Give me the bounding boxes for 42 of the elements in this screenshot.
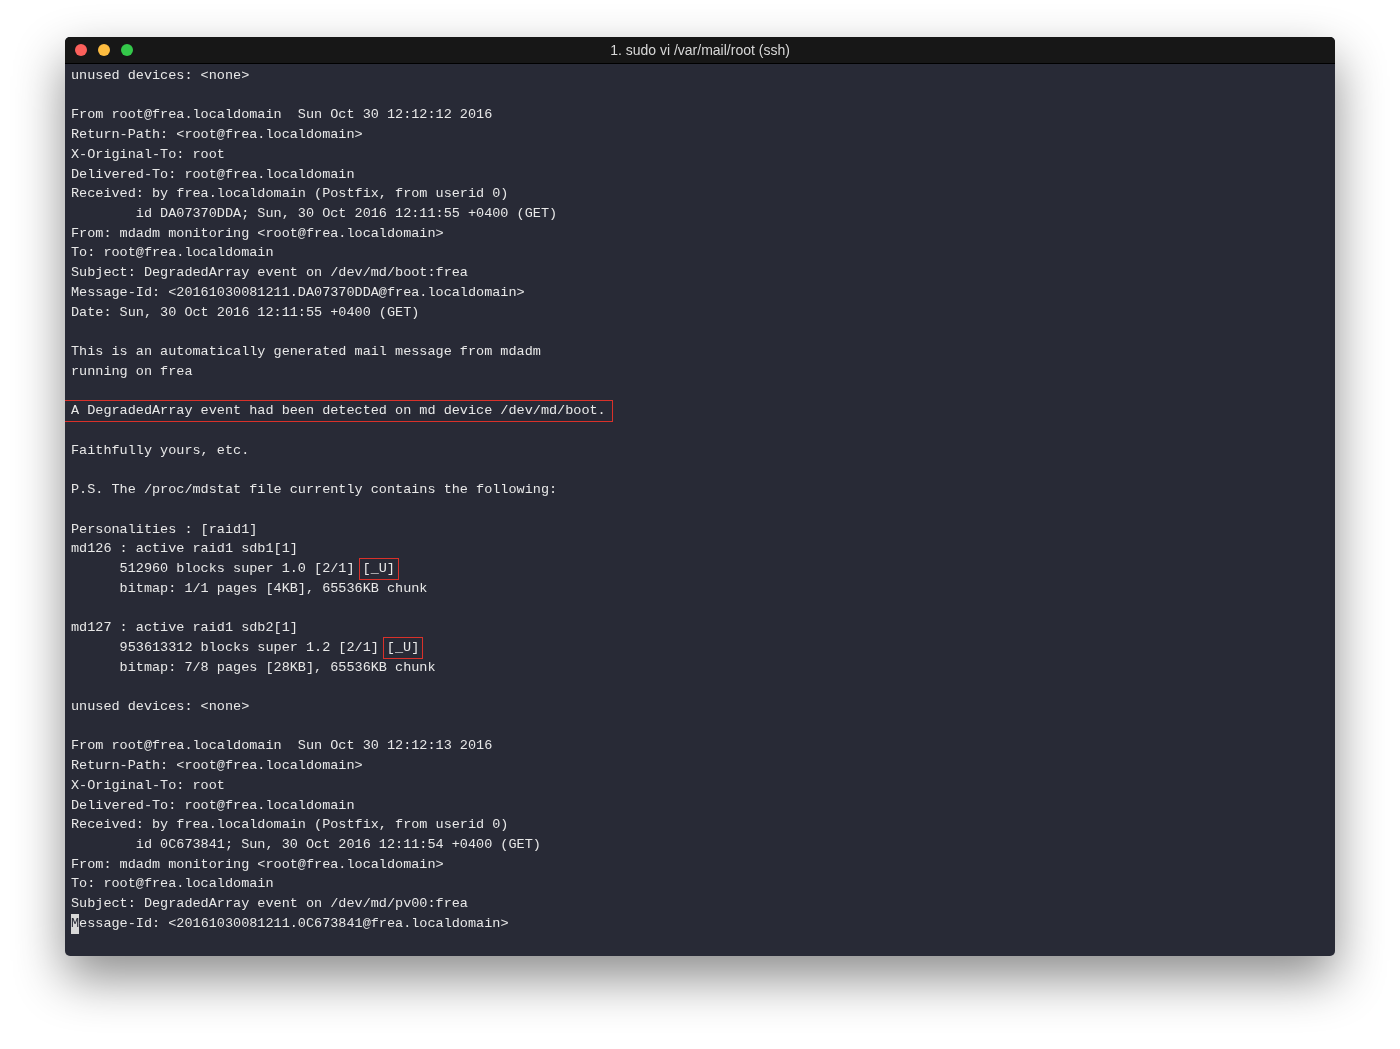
highlighted-text: [_U] <box>359 558 398 579</box>
terminal-text: Received: by frea.localdomain (Postfix, from userid 0) <box>71 816 509 835</box>
terminal-text: To: root@frea.localdomain <box>71 244 274 263</box>
terminal-text: Delivered-To: root@frea.localdomain <box>71 796 355 815</box>
window-control-button[interactable] <box>75 44 87 56</box>
terminal-text: X-Original-To: root <box>71 776 225 795</box>
terminal-text: id DA07370DDA; Sun, 30 Oct 2016 12:11:55 +0400 (GET) <box>134 205 558 224</box>
terminal-text: To: root@frea.localdomain <box>71 875 274 894</box>
highlighted-text: A DegradedArray event had been detected on md device /dev/md/boot. <box>65 401 612 421</box>
terminal-text: From: mdadm monitoring <root@frea.localdomain> <box>71 855 444 874</box>
window-control-button[interactable] <box>98 44 110 56</box>
terminal-text: Received: by frea.localdomain (Postfix, from userid 0) <box>71 185 509 204</box>
terminal-text: Date: Sun, 30 Oct 2016 12:11:55 +0400 (GET) <box>71 303 420 322</box>
terminal-text: From root@frea.localdomain Sun Oct 30 12:12:12 2016 <box>71 106 493 125</box>
highlighted-text: [_U] <box>383 637 423 658</box>
terminal-text: 512960 blocks super 1.0 [2/1] <box>118 559 355 578</box>
terminal-text: 953613312 blocks super 1.2 [2/1] <box>118 638 379 657</box>
window-title: 1. sudo vi /var/mail/root (ssh) <box>610 42 790 58</box>
window-control-button[interactable] <box>121 44 133 56</box>
terminal-text: unused devices: <none> <box>71 698 250 716</box>
terminal-text: From: mdadm monitoring <root@frea.localdomain> <box>71 224 444 243</box>
terminal-text: Return-Path: <root@frea.localdomain> <box>71 126 363 145</box>
terminal-text: P.S. The /proc/mdstat file currently contains the following: <box>71 481 558 500</box>
terminal-text: bitmap: 7/8 pages [28KB], 65536KB chunk <box>118 658 436 677</box>
terminal-text: md127 : active raid1 sdb2[1] <box>71 619 298 638</box>
terminal-text: md126 : active raid1 sdb1[1] <box>71 540 298 559</box>
terminal-text: Subject: DegradedArray event on /dev/md/pv00:frea <box>71 895 468 914</box>
terminal-text: From root@frea.localdomain Sun Oct 30 12:12:13 2016 <box>71 737 493 756</box>
terminal-text: id 0C673841; Sun, 30 Oct 2016 12:11:54 +0400 (GET) <box>134 836 541 855</box>
terminal-text: running on frea <box>71 362 193 381</box>
terminal-text: Faithfully yours, etc. <box>71 441 250 460</box>
terminal-text: Message-Id: <20161030081211.DA07370DDA@frea.localdomain> <box>71 283 525 302</box>
terminal-text: Personalities : [raid1] <box>71 520 258 539</box>
terminal-text: bitmap: 1/1 pages [4KB], 65536KB chunk <box>118 579 428 598</box>
terminal-text: unused devices: <none> <box>71 67 250 85</box>
terminal-text: Return-Path: <root@frea.localdomain> <box>71 757 363 776</box>
terminal-text: Subject: DegradedArray event on /dev/md/boot:frea <box>71 264 468 283</box>
terminal-text: X-Original-To: root <box>71 145 225 164</box>
terminal-text: This is an automatically generated mail message from mdadm <box>71 343 541 362</box>
text-cursor: M <box>71 913 80 934</box>
terminal-text: Delivered-To: root@frea.localdomain <box>71 165 355 184</box>
terminal-text: essage-Id: <20161030081211.0C673841@frea.localdomain> <box>79 914 509 933</box>
